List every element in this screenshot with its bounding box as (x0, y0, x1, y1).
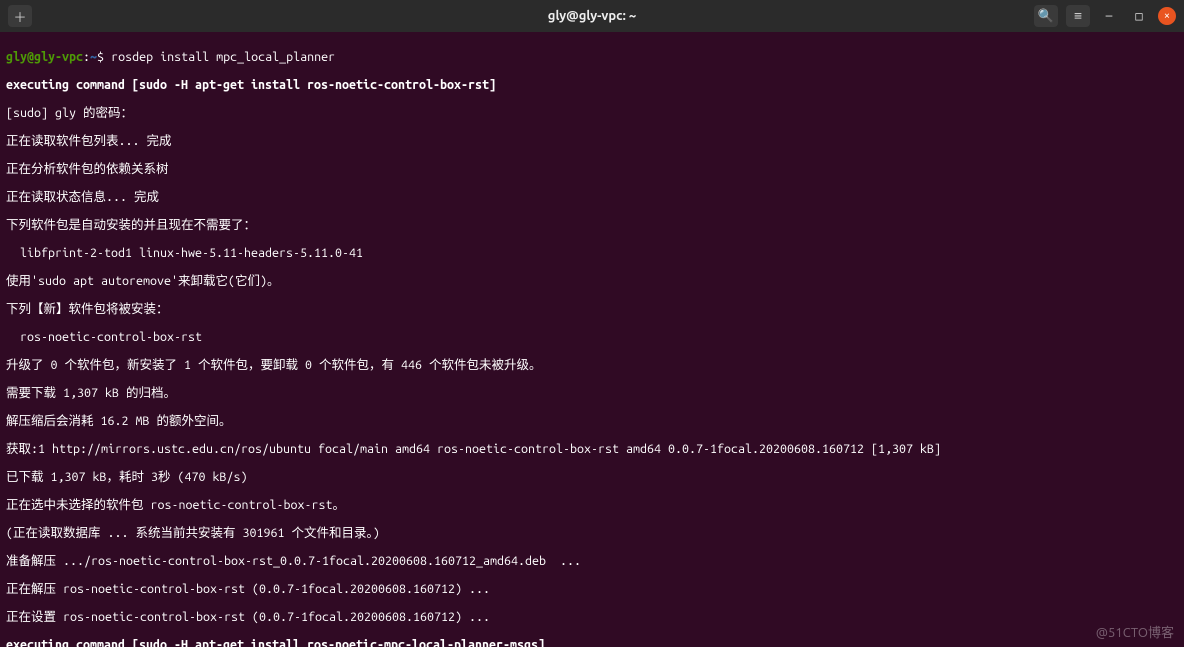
output-line: 解压缩后会消耗 16.2 MB 的额外空间。 (6, 414, 1178, 428)
output-line: [sudo] gly 的密码： (6, 106, 1178, 120)
window-titlebar: ＋ gly@gly-vpc: ~ 🔍 ≡ — □ × (0, 0, 1184, 32)
output-line: executing command [sudo -H apt-get insta… (6, 638, 1178, 647)
prompt-user: gly@gly-vpc (6, 50, 83, 64)
output-line: 升级了 0 个软件包，新安装了 1 个软件包，要卸载 0 个软件包，有 446 … (6, 358, 1178, 372)
output-line: 准备解压 .../ros-noetic-control-box-rst_0.0.… (6, 554, 1178, 568)
output-line: 使用'sudo apt autoremove'来卸载它(它们)。 (6, 274, 1178, 288)
output-line: libfprint-2-tod1 linux-hwe-5.11-headers-… (6, 246, 1178, 260)
output-line: 正在读取状态信息... 完成 (6, 190, 1178, 204)
command-text: rosdep install mpc_local_planner (104, 50, 335, 64)
output-line: ros-noetic-control-box-rst (6, 330, 1178, 344)
output-line: 正在选中未选择的软件包 ros-noetic-control-box-rst。 (6, 498, 1178, 512)
output-line: 正在读取软件包列表... 完成 (6, 134, 1178, 148)
output-line: 正在设置 ros-noetic-control-box-rst (0.0.7-1… (6, 610, 1178, 624)
output-line: 正在分析软件包的依赖关系树 (6, 162, 1178, 176)
output-line: executing command [sudo -H apt-get insta… (6, 78, 1178, 92)
output-line: 已下载 1,307 kB，耗时 3秒 (470 kB/s) (6, 470, 1178, 484)
output-line: 正在解压 ros-noetic-control-box-rst (0.0.7-1… (6, 582, 1178, 596)
prompt-path: ~ (90, 50, 97, 64)
output-line: 获取:1 http://mirrors.ustc.edu.cn/ros/ubun… (6, 442, 1178, 456)
watermark: @51CTO博客 (1096, 622, 1174, 641)
output-line: 需要下载 1,307 kB 的归档。 (6, 386, 1178, 400)
terminal-body[interactable]: gly@gly-vpc:~$ rosdep install mpc_local_… (0, 32, 1184, 647)
window-title: gly@gly-vpc: ~ (0, 9, 1184, 23)
output-line: (正在读取数据库 ... 系统当前共安装有 301961 个文件和目录。) (6, 526, 1178, 540)
prompt-line: gly@gly-vpc:~$ rosdep install mpc_local_… (6, 50, 1178, 64)
output-line: 下列【新】软件包将被安装： (6, 302, 1178, 316)
output-line: 下列软件包是自动安装的并且现在不需要了： (6, 218, 1178, 232)
